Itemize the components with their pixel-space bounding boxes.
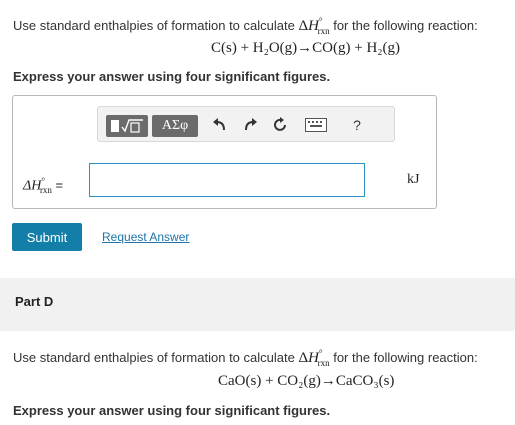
request-answer-link[interactable]: Request Answer xyxy=(102,230,189,244)
answer-delta-symbol: ΔH xyxy=(23,178,42,194)
answer-equals: = xyxy=(55,177,64,193)
prompt-end-text: for the following reaction: xyxy=(333,18,478,33)
prompt-start-text: Use standard enthalpies of formation to … xyxy=(13,18,295,33)
answer-label: ΔH°rxn = xyxy=(23,176,63,195)
undo-button[interactable] xyxy=(211,116,229,134)
part-d-prompt: Use standard enthalpies of formation to … xyxy=(13,345,478,371)
reset-button[interactable] xyxy=(271,116,289,134)
delta-h-symbol: ΔH°rxn xyxy=(298,348,330,368)
instruction-text: Express your answer using four significa… xyxy=(13,403,331,418)
keyboard-button[interactable] xyxy=(305,116,327,134)
redo-button[interactable] xyxy=(241,116,259,134)
reset-icon xyxy=(274,117,286,131)
keyboard-icon xyxy=(305,118,327,132)
instruction-text: Express your answer using four significa… xyxy=(13,69,331,84)
part-c-prompt: Use standard enthalpies of formation to … xyxy=(13,13,478,39)
part-d-header[interactable]: Part D xyxy=(0,278,515,331)
submit-button[interactable]: Submit xyxy=(12,223,82,251)
answer-subscript: rxn xyxy=(39,185,52,196)
unit-label: kJ xyxy=(407,172,420,187)
templates-button[interactable] xyxy=(106,115,148,137)
math-toolbar: ΑΣφ ? xyxy=(97,106,395,142)
templates-icon xyxy=(111,119,143,133)
help-icon: ? xyxy=(353,117,361,133)
part-d-title: Part D xyxy=(15,294,54,309)
redo-icon xyxy=(245,118,257,131)
delta-h-symbol: ΔH°rxn xyxy=(298,16,330,36)
reaction-equation: C(s) + H₂O(g)→CO(g) + H₂(g) xyxy=(211,40,401,56)
greek-button[interactable]: ΑΣφ xyxy=(152,115,198,137)
reaction-equation: CaO(s) + CO₂(g)→CaCO₃(s) xyxy=(218,373,395,389)
prompt-end-text: for the following reaction: xyxy=(333,350,478,365)
answer-input[interactable] xyxy=(89,163,365,197)
greek-icon: ΑΣφ xyxy=(161,118,189,133)
prompt-start-text: Use standard enthalpies of formation to … xyxy=(13,350,295,365)
undo-icon xyxy=(213,118,225,131)
help-button[interactable]: ? xyxy=(348,116,366,134)
answer-box: ΑΣφ ? ΔH°rxn = kJ xyxy=(12,95,437,209)
